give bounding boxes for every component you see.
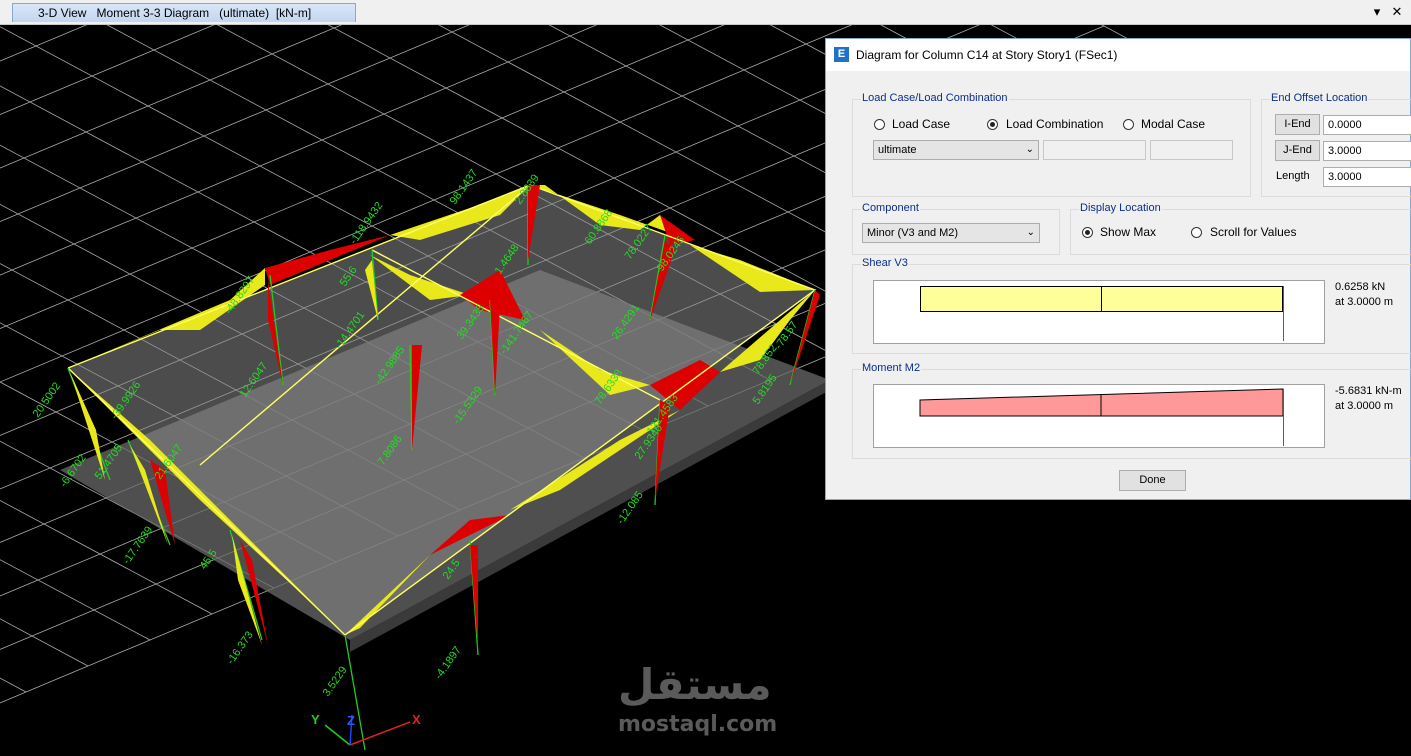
- load-combination-select[interactable]: ultimate ⌄: [873, 140, 1039, 160]
- shear-location: at 3.0000 m: [1335, 296, 1394, 308]
- shear-diagram-plot: [873, 280, 1325, 344]
- j-end-button[interactable]: J-End: [1275, 140, 1320, 161]
- load-case-group: Load Case/Load Combination Load Case Loa…: [852, 92, 1251, 197]
- component-select[interactable]: Minor (V3 and M2) ⌄: [862, 223, 1040, 243]
- i-end-button[interactable]: I-End: [1275, 114, 1320, 135]
- done-button[interactable]: Done: [1119, 470, 1186, 491]
- length-field[interactable]: 3.0000: [1323, 167, 1411, 187]
- dialog-title: Diagram for Column C14 at Story Story1 (…: [856, 48, 1118, 62]
- group-title: Load Case/Load Combination: [861, 92, 1009, 104]
- moment-group: Moment M2 -5.6831 kN-m at 3.0000 m: [852, 362, 1411, 459]
- title-bar: 3-D View Moment 3-3 Diagram (ultimate) […: [0, 0, 1411, 25]
- moment-diagram-svg: [919, 388, 1284, 446]
- close-icon[interactable]: ✕: [1388, 3, 1406, 21]
- z-axis-label: Z: [347, 713, 355, 728]
- radio-load-combination-label[interactable]: Load Combination: [1006, 117, 1103, 131]
- y-axis-label: Y: [311, 712, 320, 727]
- radio-load-case[interactable]: [874, 119, 885, 130]
- group-title: Shear V3: [861, 257, 909, 269]
- j-end-field[interactable]: 3.0000: [1323, 141, 1411, 161]
- radio-load-combination[interactable]: [987, 119, 998, 130]
- group-title: Moment M2: [861, 362, 922, 374]
- column-diagram-dialog: E Diagram for Column C14 at Story Story1…: [825, 38, 1411, 500]
- midpoint-marker: [1101, 286, 1102, 312]
- display-location-group: Display Location Show Max Scroll for Val…: [1070, 202, 1411, 255]
- view-tab[interactable]: 3-D View Moment 3-3 Diagram (ultimate) […: [12, 3, 356, 22]
- dropdown-icon[interactable]: ▾: [1368, 3, 1386, 21]
- radio-modal-case-label[interactable]: Modal Case: [1141, 117, 1205, 131]
- radio-modal-case[interactable]: [1123, 119, 1134, 130]
- disabled-field-1: [1043, 140, 1146, 160]
- watermark-logo-latin: mostaql.com: [618, 712, 778, 737]
- component-value: Minor (V3 and M2): [867, 227, 959, 239]
- dialog-title-bar: E Diagram for Column C14 at Story Story1…: [826, 39, 1410, 71]
- group-title: Component: [861, 202, 920, 214]
- moment-diagram-plot: [873, 384, 1325, 448]
- location-marker: [1283, 286, 1284, 341]
- watermark-logo-arabic: مستقل: [618, 660, 772, 709]
- component-group: Component Minor (V3 and M2) ⌄: [852, 202, 1060, 255]
- chevron-down-icon: ⌄: [1025, 144, 1034, 155]
- radio-scroll-values-label[interactable]: Scroll for Values: [1210, 225, 1296, 239]
- chevron-down-icon: ⌄: [1026, 227, 1035, 238]
- radio-show-max[interactable]: [1082, 227, 1093, 238]
- moment-value: -5.6831 kN-m: [1335, 385, 1402, 397]
- group-title: End Offset Location: [1270, 92, 1369, 104]
- shear-value: 0.6258 kN: [1335, 281, 1386, 293]
- end-offset-group: End Offset Location I-End 0.0000 J-End 3…: [1261, 92, 1411, 197]
- disabled-field-2: [1150, 140, 1233, 160]
- group-title: Display Location: [1079, 202, 1162, 214]
- x-axis-label: X: [412, 712, 421, 727]
- length-label: Length: [1276, 170, 1310, 182]
- i-end-field[interactable]: 0.0000: [1323, 115, 1411, 135]
- radio-scroll-values[interactable]: [1191, 227, 1202, 238]
- app-icon: E: [834, 47, 849, 62]
- shear-group: Shear V3 0.6258 kN at 3.0000 m: [852, 257, 1411, 354]
- radio-show-max-label[interactable]: Show Max: [1100, 225, 1156, 239]
- moment-location: at 3.0000 m: [1335, 400, 1394, 412]
- radio-load-case-label[interactable]: Load Case: [892, 117, 950, 131]
- load-combination-value: ultimate: [878, 144, 917, 156]
